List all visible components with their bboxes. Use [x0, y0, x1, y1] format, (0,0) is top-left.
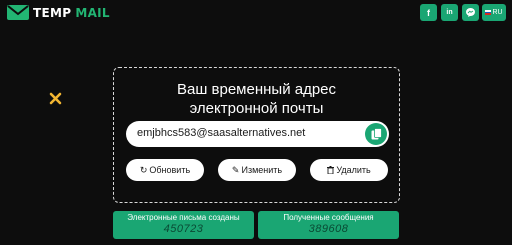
language-label: RU — [492, 9, 503, 16]
linkedin-icon: in — [446, 9, 453, 16]
messenger-icon — [466, 8, 475, 17]
delete-button[interactable]: Удалить — [310, 159, 388, 181]
logo-text: TEMP MAIL — [33, 6, 110, 20]
language-selector[interactable]: RU — [482, 4, 506, 21]
copy-icon — [371, 128, 382, 140]
stat-emails-created: Электронные письма созданы 450723 — [113, 211, 254, 239]
copy-button[interactable] — [365, 123, 387, 145]
envelope-icon — [7, 5, 29, 20]
refresh-button[interactable]: ↻ Обновить — [126, 159, 204, 181]
email-address-field[interactable]: emjbhcs583@saasalternatives.net — [126, 121, 389, 147]
delete-label: Удалить — [336, 165, 371, 175]
logo[interactable]: TEMP MAIL — [6, 4, 110, 21]
top-bar: TEMP MAIL f in RU — [0, 0, 512, 26]
messenger-button[interactable] — [462, 4, 479, 21]
email-address[interactable]: emjbhcs583@saasalternatives.net — [137, 127, 305, 139]
facebook-button[interactable]: f — [420, 4, 437, 21]
linkedin-button[interactable]: in — [441, 4, 458, 21]
decorative-cross-icon — [49, 92, 62, 105]
stat-label: Полученные сообщения — [283, 213, 374, 222]
change-button[interactable]: ✎ Изменить — [218, 159, 296, 181]
stat-messages-received: Полученные сообщения 389608 — [258, 211, 399, 239]
pencil-icon: ✎ — [231, 164, 240, 175]
temp-email-card: Ваш временный адрес электронной почты em… — [113, 67, 400, 203]
change-label: Изменить — [241, 165, 283, 175]
refresh-label: Обновить — [149, 165, 191, 175]
stat-label: Электронные письма созданы — [127, 213, 240, 222]
facebook-icon: f — [427, 7, 430, 18]
logo-word-temp: TEMP — [33, 5, 72, 20]
refresh-icon: ↻ — [139, 164, 148, 175]
stat-value: 450723 — [163, 223, 204, 235]
russia-flag-icon — [485, 10, 492, 16]
trash-icon — [327, 166, 335, 174]
card-title: Ваш временный адрес электронной почты — [176, 81, 337, 117]
logo-word-mail: MAIL — [75, 5, 110, 20]
stat-value: 389608 — [308, 223, 349, 235]
